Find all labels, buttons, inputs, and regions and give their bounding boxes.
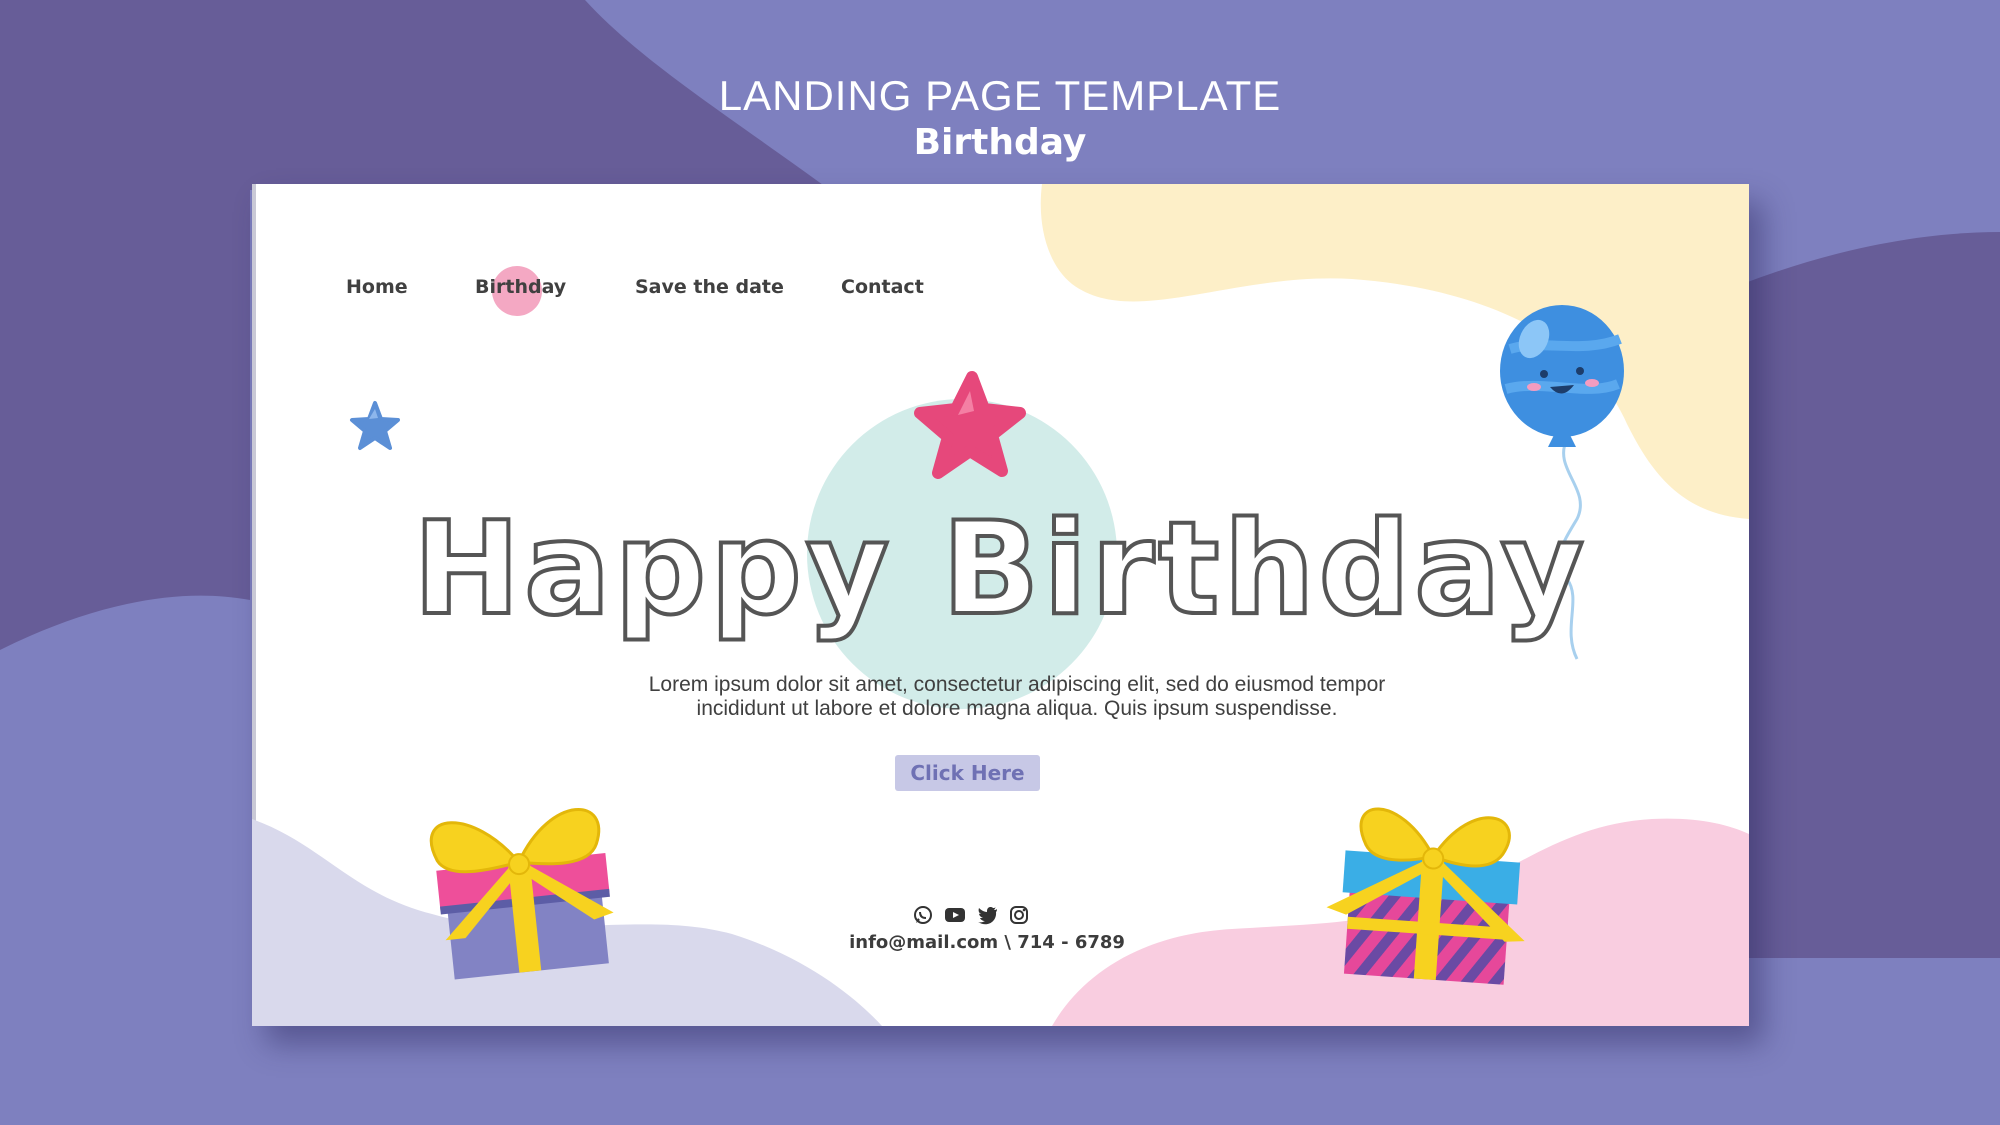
showcase-subtitle: Birthday xyxy=(913,122,1087,163)
landing-page-card: Home Birthday Save the date Contact Happ… xyxy=(252,184,1749,1026)
whatsapp-icon[interactable] xyxy=(912,904,934,926)
instagram-icon[interactable] xyxy=(1008,904,1030,926)
gift-left-icon xyxy=(429,808,614,980)
hero-body-text: Lorem ipsum dolor sit amet, consectetur … xyxy=(648,673,1386,720)
yellow-blob xyxy=(1040,184,1749,519)
blue-star-icon xyxy=(350,401,400,450)
twitter-icon[interactable] xyxy=(976,904,998,926)
click-here-button[interactable]: Click Here xyxy=(895,755,1040,791)
nav-save-the-date[interactable]: Save the date xyxy=(635,276,784,298)
nav-contact[interactable]: Contact xyxy=(841,276,924,298)
social-links xyxy=(252,904,1722,928)
hero-title: Happy Birthday xyxy=(411,495,1589,644)
pink-star-icon xyxy=(914,371,1026,479)
nav-home[interactable]: Home xyxy=(346,276,408,298)
showcase-title: LANDING PAGE TEMPLATE xyxy=(718,72,1282,119)
contact-info: info@mail.com \ 714 - 6789 xyxy=(849,932,1125,953)
youtube-icon[interactable] xyxy=(944,904,966,926)
nav-birthday[interactable]: Birthday xyxy=(475,276,566,298)
gift-right-icon xyxy=(1326,807,1525,985)
